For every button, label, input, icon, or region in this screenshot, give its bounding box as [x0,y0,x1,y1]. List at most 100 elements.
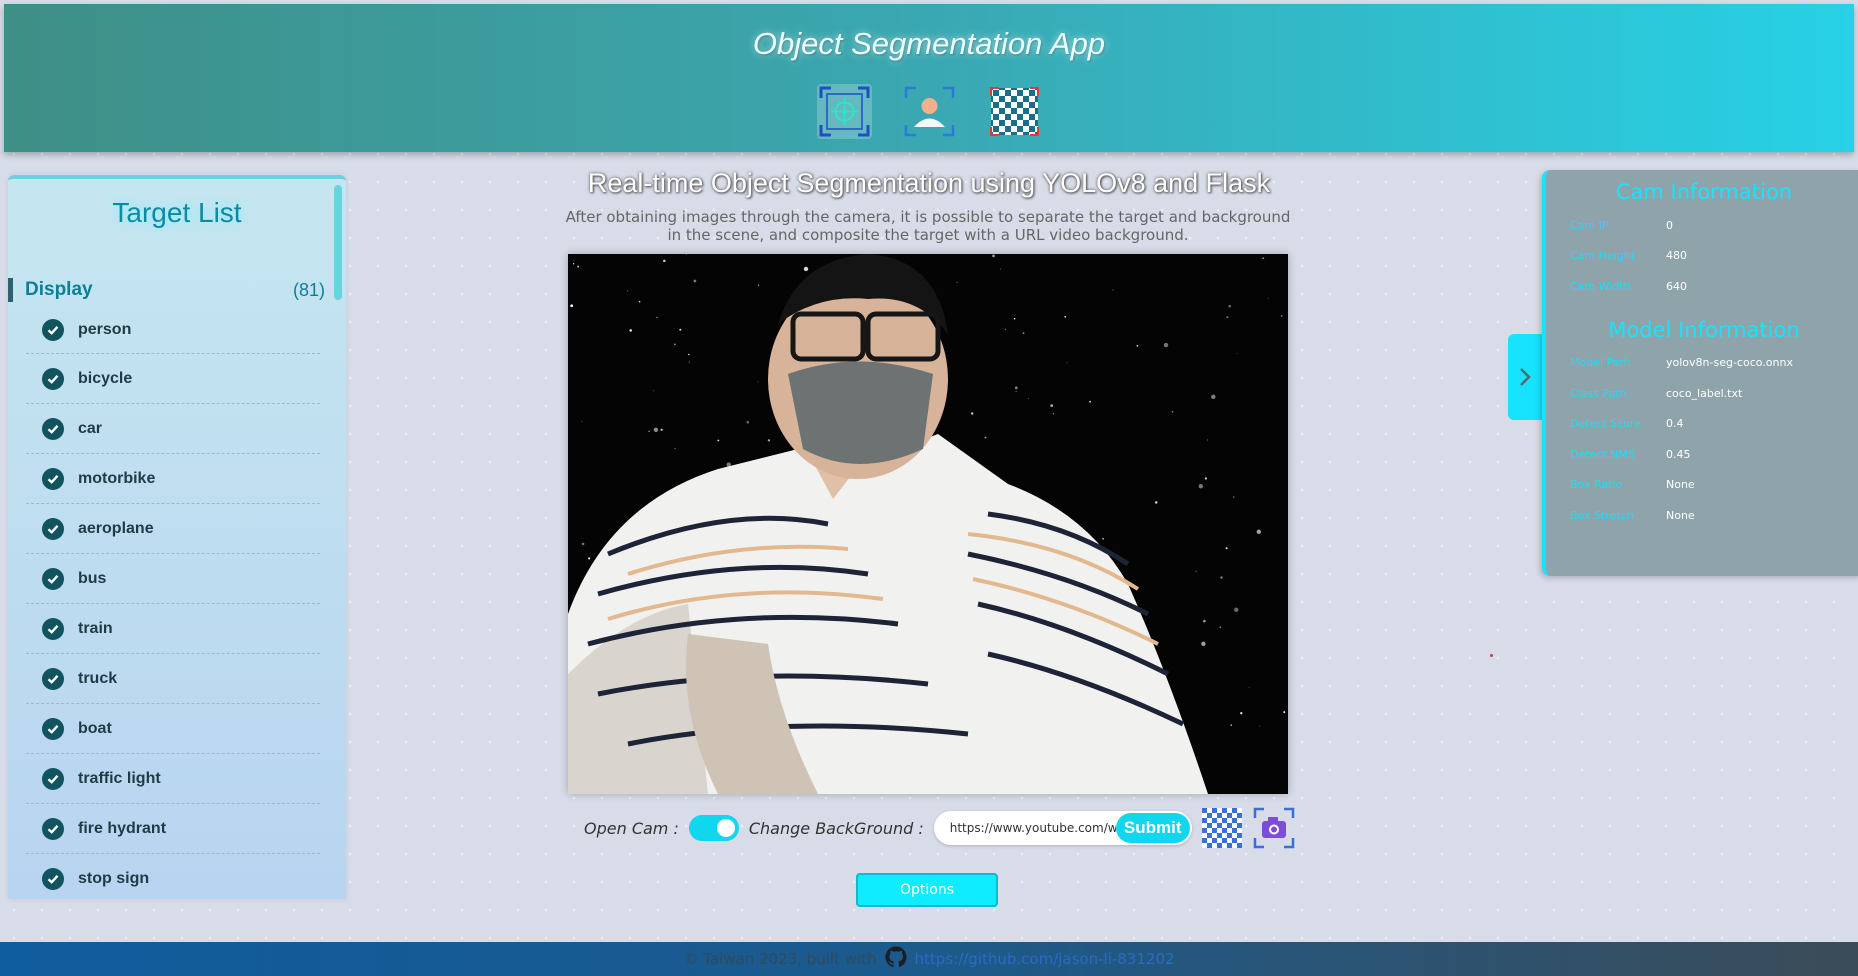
footer-text: © Taiwan 2023, built with [683,950,877,968]
info-row: Box Stretch None [1546,500,1858,531]
star [1171,410,1174,413]
submit-button[interactable]: Submit [1115,813,1190,843]
info-value: None [1666,508,1695,522]
star [1262,257,1265,260]
display-label: Display [25,279,93,300]
info-row: Detect NMS 0.45 [1546,439,1858,470]
target-item-label: aeroplane [78,519,154,537]
info-key: Class Path [1570,386,1627,400]
info-row: Cam Width 640 [1546,271,1858,302]
target-list-item[interactable]: motorbike [26,453,320,503]
star [686,254,687,255]
star [1219,626,1222,628]
target-item-label: bus [78,569,107,587]
star [757,381,759,383]
star [1195,570,1197,572]
target-list-item[interactable]: train [26,603,320,653]
star [1000,268,1002,270]
info-key: Cam IP [1570,218,1609,232]
open-cam-toggle[interactable] [688,815,739,841]
target-item-label: person [78,321,132,338]
star [1248,687,1250,688]
options-button[interactable]: Options [856,873,998,907]
star [581,542,585,546]
target-item-label: bicycle [78,369,133,387]
target-list-scrollbar[interactable] [334,185,342,300]
app-header: Object Segmentation App [4,4,1854,152]
star [1228,305,1231,308]
star [663,259,666,263]
star [1232,496,1235,498]
star [1050,404,1054,407]
github-link[interactable]: https://github.com/jason-li-831202 [915,950,1175,968]
target-detect-icon[interactable] [816,84,872,139]
target-list: person bicycle car motorbike aeroplane bus tra… [26,307,320,899]
target-list-title: Target List [112,197,242,228]
info-row: Detect Score 0.4 [1546,409,1858,440]
target-list-item[interactable]: bus [26,553,320,603]
target-list-item[interactable]: bicycle [26,353,320,403]
check-circle-icon[interactable] [42,817,64,840]
github-icon [884,946,907,972]
target-item-label: stop sign [78,869,150,887]
check-circle-icon[interactable] [42,767,64,790]
target-list-item[interactable]: traffic light [26,753,320,803]
target-list-item[interactable]: car [26,403,320,453]
star [757,284,760,286]
background-url-input[interactable] [933,813,1116,843]
star [1102,537,1105,540]
info-value: coco_label.txt [1666,386,1743,400]
target-list-item[interactable]: truck [26,653,320,703]
star [1201,641,1206,646]
target-item-label: boat [78,719,112,737]
target-list-item[interactable]: fire hydrant [26,803,320,853]
star [588,557,591,560]
check-circle-icon[interactable] [42,567,64,590]
star [1112,289,1114,291]
star [1220,576,1223,579]
target-list-item[interactable]: person [26,307,320,353]
transparent-background-icon[interactable] [1201,808,1242,848]
check-circle-icon[interactable] [42,517,64,540]
change-background-label: Change BackGround : [748,818,924,838]
target-list-item[interactable]: aeroplane [26,503,320,553]
target-list-item[interactable]: boat [26,703,320,753]
check-circle-icon[interactable] [42,867,64,890]
cam-info-table: Cam IP 0 Cam Height 480 Cam Width 640 [1546,210,1858,302]
info-key: Box Ratio [1570,478,1623,492]
star [1236,353,1238,355]
transparent-background-icon[interactable] [987,84,1042,139]
star [660,428,663,431]
star [1283,711,1286,714]
star [1267,298,1269,300]
star [648,430,650,432]
check-circle-icon[interactable] [42,717,64,740]
check-circle-icon[interactable] [42,319,64,341]
star [746,420,750,424]
info-value: 640 [1666,279,1687,293]
star [971,412,974,415]
open-cam-label: Open Cam : [584,818,679,838]
star [581,420,583,422]
target-item-label: truck [78,669,118,687]
app-title: Object Segmentation App [752,26,1106,61]
check-circle-icon[interactable] [42,417,64,440]
star [1004,328,1007,331]
info-value: 0.45 [1666,447,1691,461]
check-circle-icon[interactable] [42,467,64,490]
camera-capture-icon[interactable] [1252,806,1296,850]
display-group-header[interactable]: Display (81) [8,278,325,302]
chevron-right-icon [1520,368,1531,386]
star [693,279,697,283]
person-segment-icon[interactable] [902,84,957,139]
star [1280,315,1283,317]
info-key: Cam Width [1570,279,1631,293]
page-description: After obtaining images through the camer… [565,208,1291,244]
target-list-item[interactable]: stop sign [26,853,320,899]
check-circle-icon[interactable] [42,617,64,640]
check-circle-icon[interactable] [42,667,64,690]
info-panel-toggle[interactable] [1508,334,1542,420]
star [1234,607,1239,612]
check-circle-icon[interactable] [42,367,64,390]
info-value: 0 [1666,218,1673,232]
